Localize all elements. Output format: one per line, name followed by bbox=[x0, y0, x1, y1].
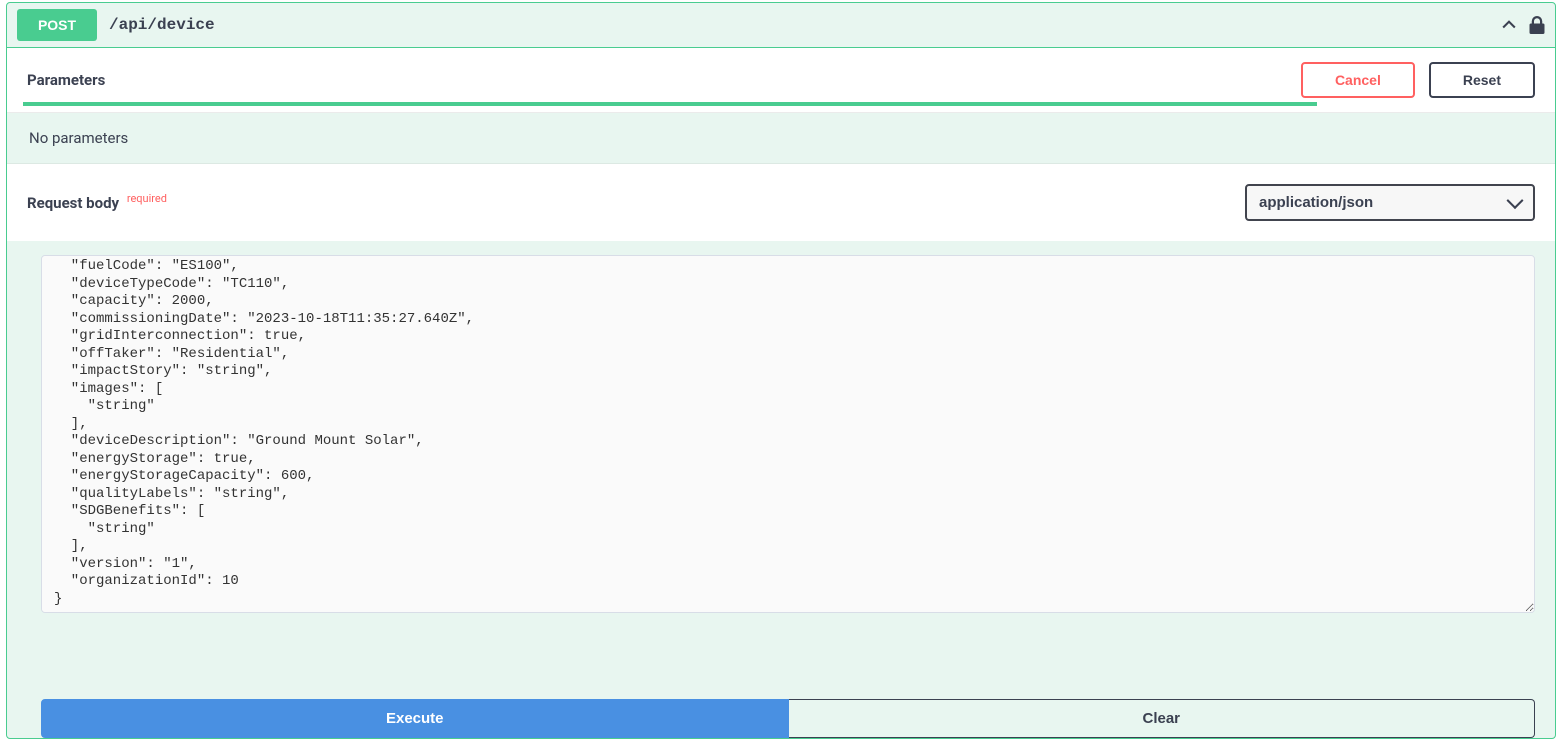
content-type-select[interactable]: application/json bbox=[1245, 184, 1535, 221]
request-body-textarea[interactable] bbox=[41, 255, 1535, 613]
action-row: Execute Clear bbox=[7, 685, 1555, 738]
request-body-title: Request body required bbox=[27, 194, 167, 212]
request-body-area bbox=[7, 241, 1555, 685]
lock-icon[interactable] bbox=[1529, 16, 1545, 34]
cancel-button[interactable]: Cancel bbox=[1301, 62, 1415, 98]
reset-button[interactable]: Reset bbox=[1429, 62, 1535, 98]
required-badge: required bbox=[127, 192, 167, 205]
no-parameters-text: No parameters bbox=[7, 113, 1555, 164]
operation-block: POST /api/device Parameters Cancel Reset… bbox=[6, 2, 1556, 739]
http-method-badge: POST bbox=[17, 9, 97, 41]
execute-button[interactable]: Execute bbox=[41, 699, 789, 738]
parameters-header: Parameters Cancel Reset bbox=[7, 48, 1555, 113]
parameters-title: Parameters bbox=[27, 71, 1287, 89]
endpoint-path: /api/device bbox=[109, 16, 1499, 34]
request-body-title-text: Request body bbox=[27, 194, 119, 212]
request-body-header: Request body required application/json bbox=[7, 164, 1555, 241]
chevron-up-icon bbox=[1499, 15, 1519, 35]
content-type-select-wrap: application/json bbox=[1245, 184, 1535, 221]
clear-button[interactable]: Clear bbox=[789, 699, 1536, 738]
operation-summary[interactable]: POST /api/device bbox=[7, 3, 1555, 48]
